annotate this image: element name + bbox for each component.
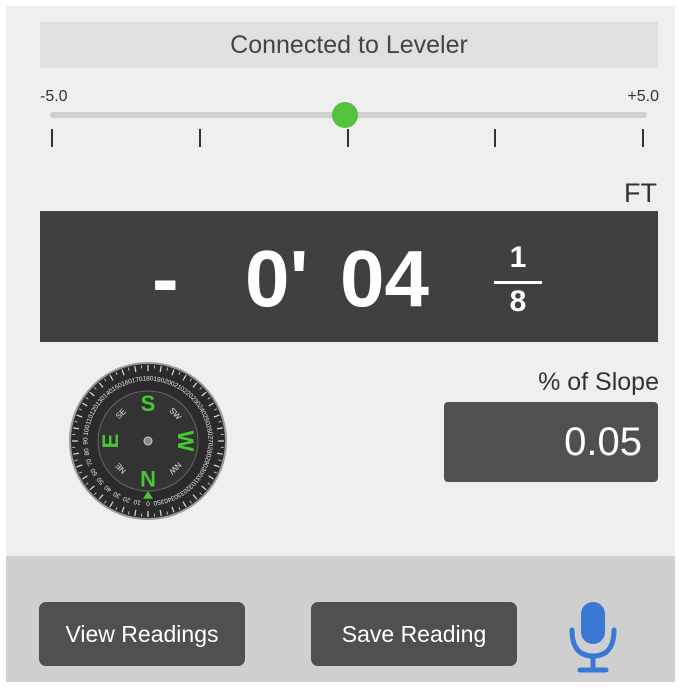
compass-cardinal-s: S — [141, 391, 156, 416]
slope-display: 0.05 — [444, 402, 658, 482]
measurement-inches: 04 — [340, 234, 429, 323]
fraction-numerator: 1 — [509, 241, 527, 274]
slope-value: 0.05 — [564, 420, 642, 464]
compass-cardinal-n: N — [140, 466, 156, 491]
compass-icon: 0102030405060708090100110120130140150160… — [69, 362, 227, 520]
measurement-feet: 0' — [245, 234, 309, 323]
compass-degree-label: 90 — [83, 437, 90, 445]
scale-tick — [642, 129, 644, 147]
slope-label: % of Slope — [538, 368, 659, 396]
app-screen: Connected to Leveler -5.0 +5.0 FT - 0' 0… — [6, 6, 675, 682]
compass-cardinal-w: W — [173, 431, 198, 452]
connection-status-text: Connected to Leveler — [230, 30, 468, 59]
fraction-denominator: 8 — [509, 285, 527, 318]
unit-label: FT — [624, 178, 657, 208]
fraction-bar — [494, 281, 542, 284]
view-readings-button[interactable]: View Readings — [39, 602, 245, 666]
save-reading-button[interactable]: Save Reading — [311, 602, 517, 666]
measurement-display: - 0' 04 1 8 — [40, 211, 658, 342]
scale-tick — [198, 129, 201, 147]
compass-center — [143, 436, 153, 446]
scale-tick — [346, 129, 349, 147]
measurement-sign: - — [152, 234, 179, 323]
scale-tick — [51, 129, 53, 147]
compass-cardinal-e: E — [98, 434, 123, 449]
scale-max-label: +5.0 — [627, 88, 659, 105]
action-bar: View Readings Save Reading — [6, 556, 675, 682]
connection-status: Connected to Leveler — [40, 22, 658, 68]
scale-min-label: -5.0 — [40, 88, 68, 105]
scale-tick — [494, 129, 497, 147]
level-indicator — [331, 102, 358, 128]
microphone-icon[interactable] — [566, 600, 620, 674]
compass-degree-label: 0 — [146, 499, 150, 506]
